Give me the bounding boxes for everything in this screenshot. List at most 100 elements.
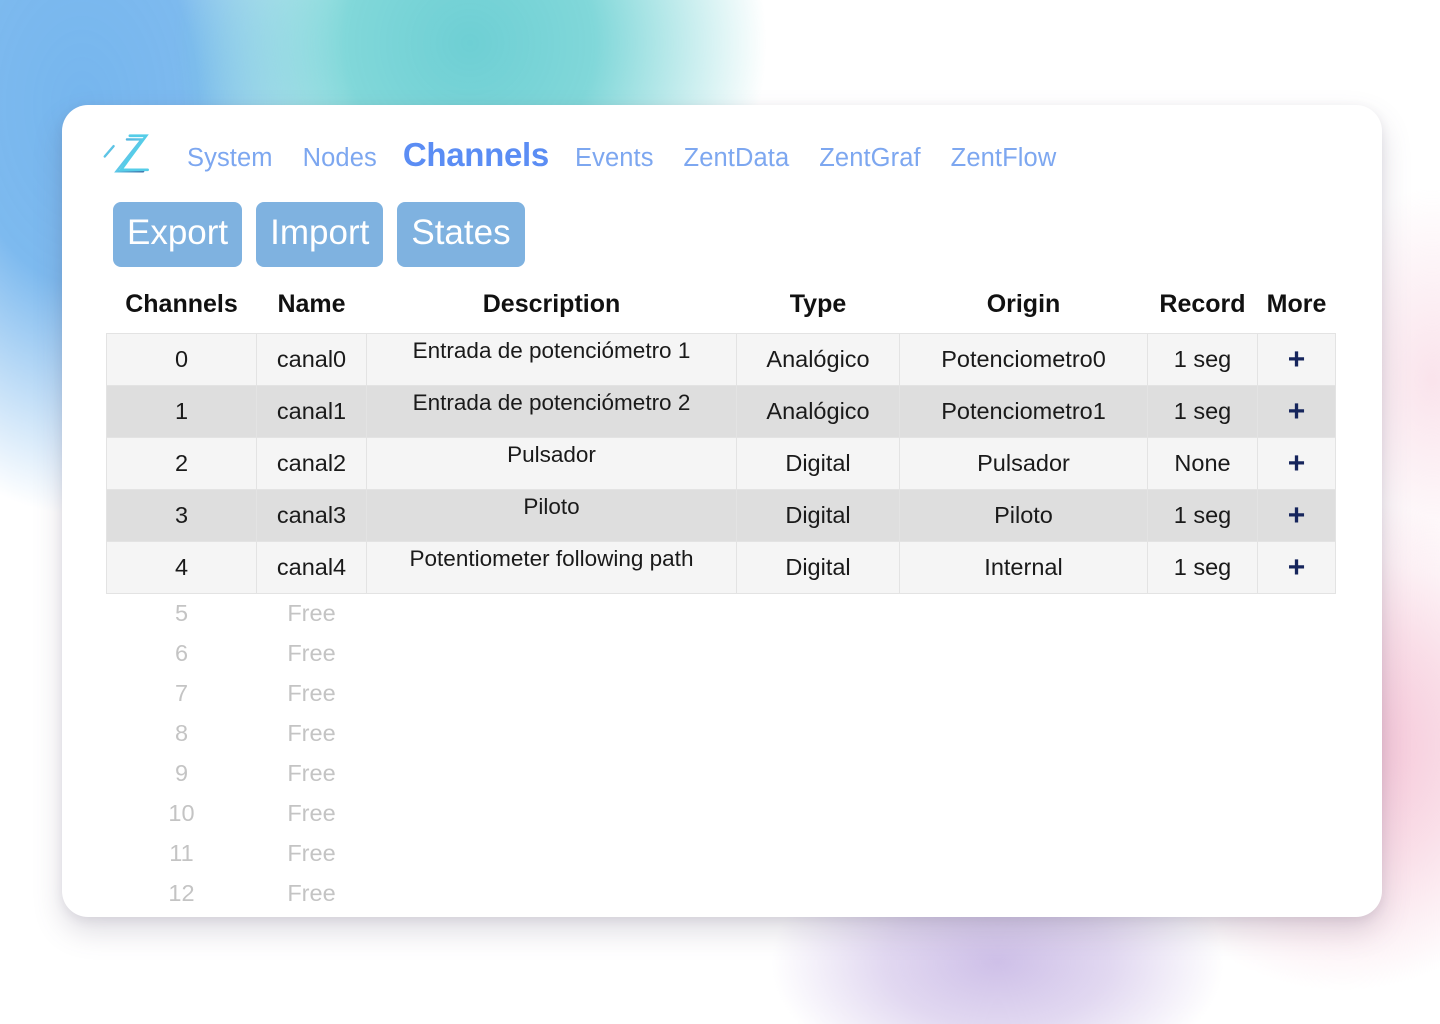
empty-cell — [899, 593, 1148, 634]
channel-cell: 6 — [106, 633, 257, 674]
empty-cell — [736, 753, 900, 794]
type-cell: Digital — [736, 437, 900, 490]
description-cell: Entrada de potenciómetro 1 — [366, 333, 737, 386]
column-header-record: Record — [1147, 284, 1258, 334]
table-row-free[interactable]: 10 Free — [106, 793, 1336, 834]
origin-cell: Potenciometro0 — [899, 333, 1148, 386]
import-button[interactable]: Import — [256, 202, 384, 267]
table-row-free[interactable]: 6 Free — [106, 633, 1336, 674]
empty-cell — [736, 793, 900, 834]
name-cell: Free — [256, 673, 367, 714]
empty-cell — [366, 833, 737, 874]
name-cell: Free — [256, 833, 367, 874]
empty-cell — [1257, 793, 1336, 834]
empty-cell — [736, 593, 900, 634]
type-cell: Analógico — [736, 333, 900, 386]
empty-cell — [899, 633, 1148, 674]
name-cell: Free — [256, 753, 367, 794]
channel-cell: 0 — [106, 333, 257, 386]
table-row[interactable]: 0 canal0 Entrada de potenciómetro 1 Analógi… — [106, 333, 1336, 386]
table-row-free[interactable]: 11 Free — [106, 833, 1336, 874]
column-header-origin: Origin — [899, 284, 1148, 334]
table-row[interactable]: 4 canal4 Potentiometer following path Digit… — [106, 541, 1336, 594]
name-cell: canal4 — [256, 541, 367, 594]
channel-cell: 3 — [106, 489, 257, 542]
empty-cell — [1147, 633, 1258, 674]
table-row-free[interactable]: 8 Free — [106, 713, 1336, 754]
empty-cell — [1147, 593, 1258, 634]
empty-cell — [1257, 593, 1336, 634]
column-header-type: Type — [736, 284, 900, 334]
channel-cell: 4 — [106, 541, 257, 594]
more-plus-icon[interactable]: + — [1257, 489, 1336, 542]
export-button[interactable]: Export — [113, 202, 243, 267]
more-plus-icon[interactable]: + — [1257, 385, 1336, 438]
more-plus-icon[interactable]: + — [1257, 333, 1336, 386]
channel-cell: 8 — [106, 713, 257, 754]
empty-cell — [899, 673, 1148, 714]
column-header-more: More — [1257, 284, 1336, 334]
name-cell: Free — [256, 873, 367, 914]
description-cell: Piloto — [366, 489, 737, 542]
table-row-free[interactable]: 7 Free — [106, 673, 1336, 714]
action-button-bar: Export Import States — [62, 202, 1382, 267]
name-cell: Free — [256, 633, 367, 674]
channel-cell: 12 — [106, 873, 257, 914]
empty-cell — [1257, 673, 1336, 714]
table-row-free[interactable]: 12 Free — [106, 873, 1336, 914]
record-cell: None — [1147, 437, 1258, 490]
origin-cell: Potenciometro1 — [899, 385, 1148, 438]
name-cell: canal1 — [256, 385, 367, 438]
table-header: Channels Name Description Type Origin Re… — [106, 284, 1336, 334]
name-cell: canal3 — [256, 489, 367, 542]
channel-cell: 11 — [106, 833, 257, 874]
empty-cell — [366, 713, 737, 754]
column-header-channels: Channels — [106, 284, 257, 334]
channel-cell: 1 — [106, 385, 257, 438]
name-cell: canal0 — [256, 333, 367, 386]
navigation-bar: System Nodes Channels Events ZentData Ze… — [62, 105, 1382, 205]
empty-cell — [899, 713, 1148, 754]
empty-cell — [1257, 833, 1336, 874]
nav-link-zentflow[interactable]: ZentFlow — [936, 144, 1072, 173]
table-row-free[interactable]: 9 Free — [106, 753, 1336, 794]
table-row[interactable]: 1 canal1 Entrada de potenciómetro 2 Analógi… — [106, 385, 1336, 438]
channel-cell: 5 — [106, 593, 257, 634]
zentek-logo-icon — [84, 118, 158, 192]
description-cell: Potentiometer following path — [366, 541, 737, 594]
empty-cell — [366, 793, 737, 834]
nav-link-events[interactable]: Events — [560, 144, 669, 173]
column-header-description: Description — [366, 284, 737, 334]
empty-cell — [899, 873, 1148, 914]
empty-cell — [736, 633, 900, 674]
nav-link-zentgraf[interactable]: ZentGraf — [804, 144, 935, 173]
nav-link-nodes[interactable]: Nodes — [288, 144, 392, 173]
channel-cell: 10 — [106, 793, 257, 834]
nav-link-system[interactable]: System — [172, 144, 288, 173]
empty-cell — [1257, 753, 1336, 794]
table-row[interactable]: 2 canal2 Pulsador Digital Pulsador None + — [106, 437, 1336, 490]
empty-cell — [366, 673, 737, 714]
origin-cell: Internal — [899, 541, 1148, 594]
empty-cell — [899, 753, 1148, 794]
name-cell: Free — [256, 713, 367, 754]
empty-cell — [1257, 873, 1336, 914]
more-plus-icon[interactable]: + — [1257, 541, 1336, 594]
more-plus-icon[interactable]: + — [1257, 437, 1336, 490]
empty-cell — [366, 593, 737, 634]
empty-cell — [899, 833, 1148, 874]
origin-cell: Piloto — [899, 489, 1148, 542]
table-row[interactable]: 3 canal3 Piloto Digital Piloto 1 seg + — [106, 489, 1336, 542]
states-button[interactable]: States — [397, 202, 525, 267]
name-cell: Free — [256, 593, 367, 634]
description-cell: Pulsador — [366, 437, 737, 490]
table-header-row: Channels Name Description Type Origin Re… — [106, 284, 1336, 334]
channels-table-container: Channels Name Description Type Origin Re… — [106, 284, 1336, 914]
nav-link-zentdata[interactable]: ZentData — [669, 144, 805, 173]
channel-cell: 2 — [106, 437, 257, 490]
channel-cell: 7 — [106, 673, 257, 714]
type-cell: Analógico — [736, 385, 900, 438]
nav-link-channels[interactable]: Channels — [392, 136, 560, 174]
empty-cell — [366, 633, 737, 674]
table-row-free[interactable]: 5 Free — [106, 593, 1336, 634]
